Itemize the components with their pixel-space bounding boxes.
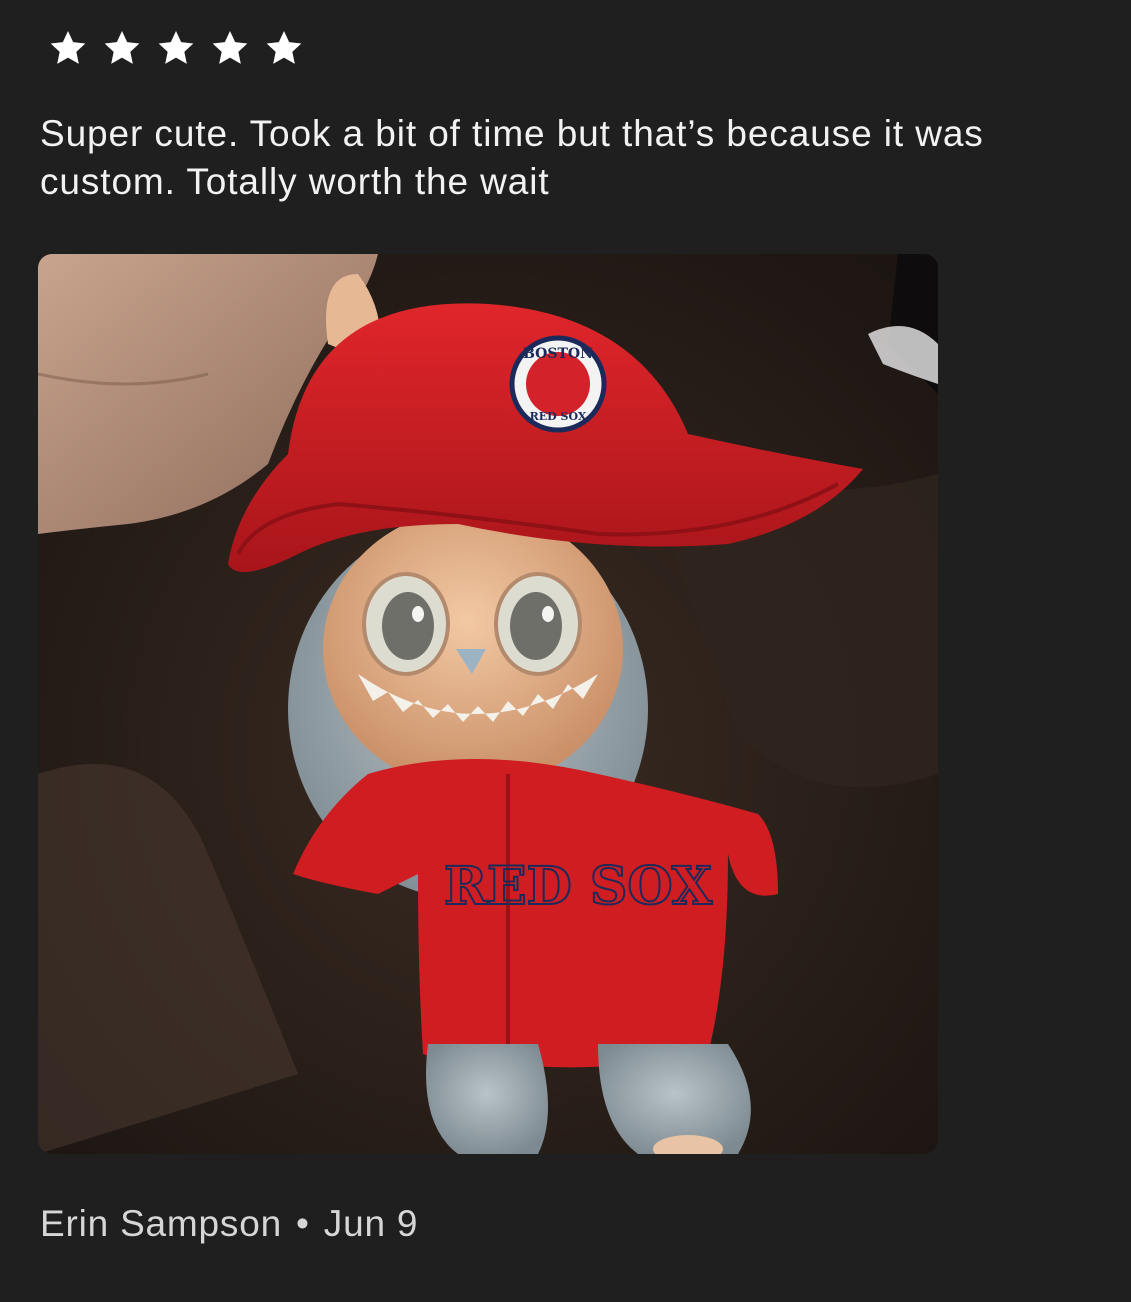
cap-patch-text: BOSTON: [523, 346, 593, 362]
star-icon: [42, 26, 94, 70]
cap-patch-bottom-text: RED SOX: [530, 410, 587, 423]
review-date: Jun 9: [323, 1203, 419, 1244]
review-photo[interactable]: BOSTON RED SOX RED SOX: [38, 254, 938, 1154]
star-icon: [96, 26, 148, 70]
star-icon: [150, 26, 202, 70]
review-byline: Erin Sampson • Jun 9: [40, 1200, 418, 1248]
author-name[interactable]: Erin Sampson: [40, 1200, 282, 1248]
byline-separator: •: [296, 1203, 310, 1244]
review-text: Super cute. Took a bit of time but that’…: [40, 113, 984, 202]
star-rating: [42, 26, 310, 70]
star-icon: [204, 26, 256, 70]
star-icon: [258, 26, 310, 70]
jersey-text: RED SOX: [444, 856, 713, 917]
